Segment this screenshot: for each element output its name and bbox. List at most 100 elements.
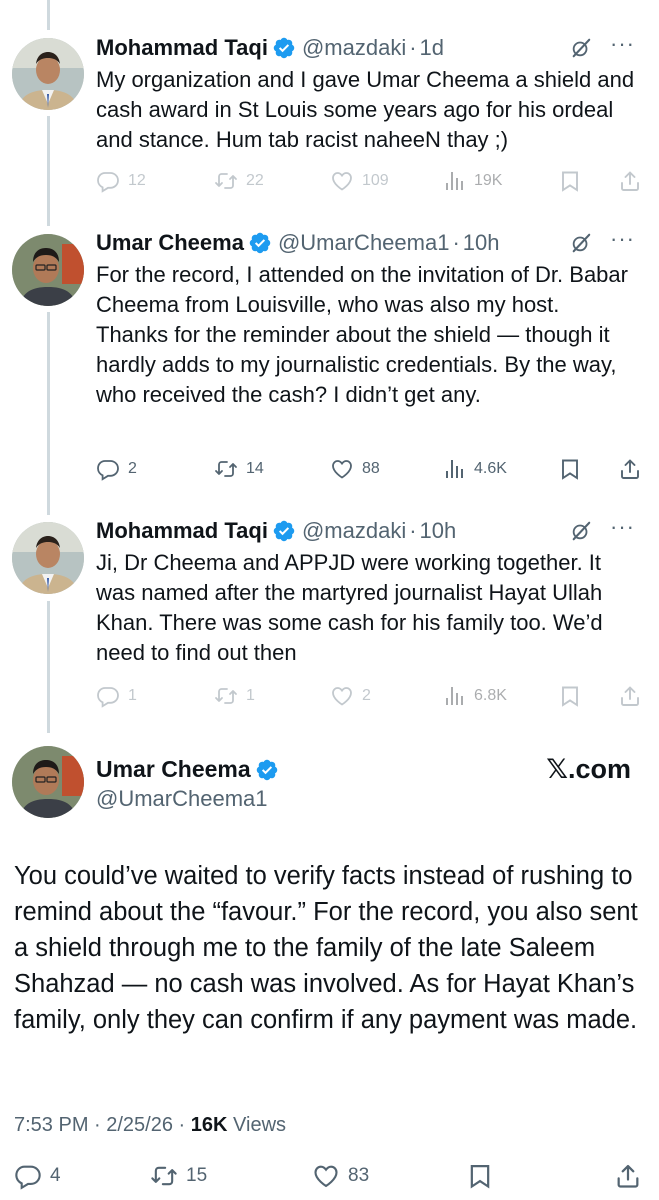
reply-icon bbox=[96, 684, 120, 708]
x-com-watermark: 𝕏.com bbox=[546, 754, 631, 784]
verified-badge-icon bbox=[248, 231, 272, 255]
author-name[interactable]: Mohammad Taqi bbox=[96, 518, 268, 544]
heart-icon bbox=[330, 169, 354, 193]
repost-count: 22 bbox=[246, 172, 264, 189]
heart-icon bbox=[330, 684, 354, 708]
tweet-time[interactable]: 10h bbox=[420, 518, 457, 544]
main-tweet-text: You could’ve waited to verify facts inst… bbox=[14, 862, 638, 1034]
views-button[interactable]: 6.8K bbox=[442, 684, 507, 708]
tweet-time[interactable]: 1d bbox=[420, 35, 444, 61]
views-count: 19K bbox=[474, 172, 503, 189]
verified-badge-icon bbox=[272, 36, 296, 60]
bookmark-icon bbox=[558, 684, 582, 708]
repost-count: 15 bbox=[186, 1165, 208, 1186]
separator-dot: · bbox=[452, 230, 460, 255]
share-icon bbox=[614, 1162, 642, 1190]
heart-icon bbox=[330, 457, 354, 481]
share-button[interactable] bbox=[618, 684, 642, 708]
repost-count: 14 bbox=[246, 460, 264, 477]
main-author-name-row: Umar Cheema bbox=[96, 756, 285, 783]
reply-button[interactable]: 1 bbox=[96, 684, 137, 708]
reply-button[interactable]: 4 bbox=[14, 1162, 61, 1190]
tweet-text: Ji, Dr Cheema and APPJD were working tog… bbox=[96, 550, 609, 665]
avatar-umar-cheema[interactable] bbox=[12, 746, 84, 818]
grok-icon[interactable] bbox=[570, 37, 592, 59]
repost-button[interactable]: 22 bbox=[214, 169, 264, 193]
separator-dot: · bbox=[409, 518, 417, 543]
tweet-actions: 1 1 2 6.8K bbox=[96, 683, 646, 709]
tweet-header-actions: ··· bbox=[570, 228, 635, 254]
main-tweet-actions: 4 15 83 bbox=[14, 1162, 644, 1192]
share-button[interactable] bbox=[614, 1162, 642, 1190]
repost-icon bbox=[150, 1162, 178, 1190]
author-handle[interactable]: @UmarCheema1 bbox=[278, 230, 450, 256]
more-options-icon[interactable]: ··· bbox=[610, 228, 635, 250]
repost-button[interactable]: 1 bbox=[214, 684, 255, 708]
grok-icon[interactable] bbox=[570, 232, 592, 254]
share-button[interactable] bbox=[618, 457, 642, 481]
thread-line-3 bbox=[47, 312, 50, 515]
verified-badge-icon bbox=[255, 758, 279, 782]
tweet-header-actions: ··· bbox=[570, 33, 635, 59]
thread-line-2 bbox=[47, 116, 50, 226]
reply-button[interactable]: 2 bbox=[96, 457, 137, 481]
share-icon bbox=[618, 457, 642, 481]
reply-count: 12 bbox=[128, 172, 146, 189]
like-count: 109 bbox=[362, 172, 389, 189]
views-count: 4.6K bbox=[474, 460, 507, 477]
like-button[interactable]: 88 bbox=[330, 457, 380, 481]
views-count: 6.8K bbox=[474, 687, 507, 704]
repost-button[interactable]: 14 bbox=[214, 457, 264, 481]
tweet-time[interactable]: 10h bbox=[463, 230, 500, 256]
heart-icon bbox=[312, 1162, 340, 1190]
like-button[interactable]: 109 bbox=[330, 169, 389, 193]
avatar-mohammad-taqi[interactable] bbox=[12, 38, 84, 110]
author-name[interactable]: Umar Cheema bbox=[96, 230, 244, 256]
reply-icon bbox=[14, 1162, 42, 1190]
views-label: Views bbox=[227, 1114, 287, 1136]
share-button[interactable] bbox=[618, 169, 642, 193]
author-handle[interactable]: @mazdaki bbox=[302, 35, 406, 61]
main-author-name[interactable]: Umar Cheema bbox=[96, 756, 251, 783]
tweet-actions: 2 14 88 4.6K bbox=[96, 456, 646, 482]
bookmark-button[interactable] bbox=[558, 457, 582, 481]
tweet-3[interactable]: Mohammad Taqi @mazdaki · 10h ··· Ji, Dr … bbox=[96, 516, 635, 668]
reply-count: 1 bbox=[128, 687, 137, 704]
like-button[interactable]: 83 bbox=[312, 1162, 369, 1190]
like-count: 88 bbox=[362, 460, 380, 477]
views-button[interactable]: 4.6K bbox=[442, 457, 507, 481]
main-author-handle[interactable]: @UmarCheema1 bbox=[96, 786, 268, 812]
tweet-header: Mohammad Taqi @mazdaki · 1d ··· bbox=[96, 33, 635, 63]
repost-icon bbox=[214, 169, 238, 193]
more-options-icon[interactable]: ··· bbox=[610, 33, 635, 55]
reply-count: 2 bbox=[128, 460, 137, 477]
bookmark-button[interactable] bbox=[466, 1162, 494, 1190]
repost-button[interactable]: 15 bbox=[150, 1162, 207, 1190]
repost-icon bbox=[214, 684, 238, 708]
thread-line-4 bbox=[47, 601, 50, 733]
verified-badge-icon bbox=[272, 519, 296, 543]
tweet-timestamp[interactable]: 7:53 PM · 2/25/26 · bbox=[14, 1114, 191, 1136]
like-button[interactable]: 2 bbox=[330, 684, 371, 708]
separator-dot: · bbox=[409, 35, 417, 60]
author-handle[interactable]: @mazdaki bbox=[302, 518, 406, 544]
share-icon bbox=[618, 169, 642, 193]
bookmark-button[interactable] bbox=[558, 684, 582, 708]
more-options-icon[interactable]: ··· bbox=[610, 516, 635, 538]
tweet-header: Umar Cheema @UmarCheema1 · 10h ··· bbox=[96, 228, 635, 258]
tweet-1[interactable]: Mohammad Taqi @mazdaki · 1d ··· My organ… bbox=[96, 33, 635, 155]
repost-icon bbox=[214, 457, 238, 481]
views-icon bbox=[442, 684, 466, 708]
tweet-meta: 7:53 PM · 2/25/26 · 16K Views bbox=[14, 1114, 286, 1137]
bookmark-button[interactable] bbox=[558, 169, 582, 193]
reply-button[interactable]: 12 bbox=[96, 169, 146, 193]
grok-icon[interactable] bbox=[570, 520, 592, 542]
tweet-actions: 12 22 109 19K bbox=[96, 168, 646, 194]
avatar-umar-cheema[interactable] bbox=[12, 234, 84, 306]
like-count: 83 bbox=[348, 1165, 370, 1186]
tweet-2[interactable]: Umar Cheema @UmarCheema1 · 10h ··· For t… bbox=[96, 228, 635, 410]
like-count: 2 bbox=[362, 687, 371, 704]
views-button[interactable]: 19K bbox=[442, 169, 502, 193]
author-name[interactable]: Mohammad Taqi bbox=[96, 35, 268, 61]
avatar-mohammad-taqi[interactable] bbox=[12, 522, 84, 594]
